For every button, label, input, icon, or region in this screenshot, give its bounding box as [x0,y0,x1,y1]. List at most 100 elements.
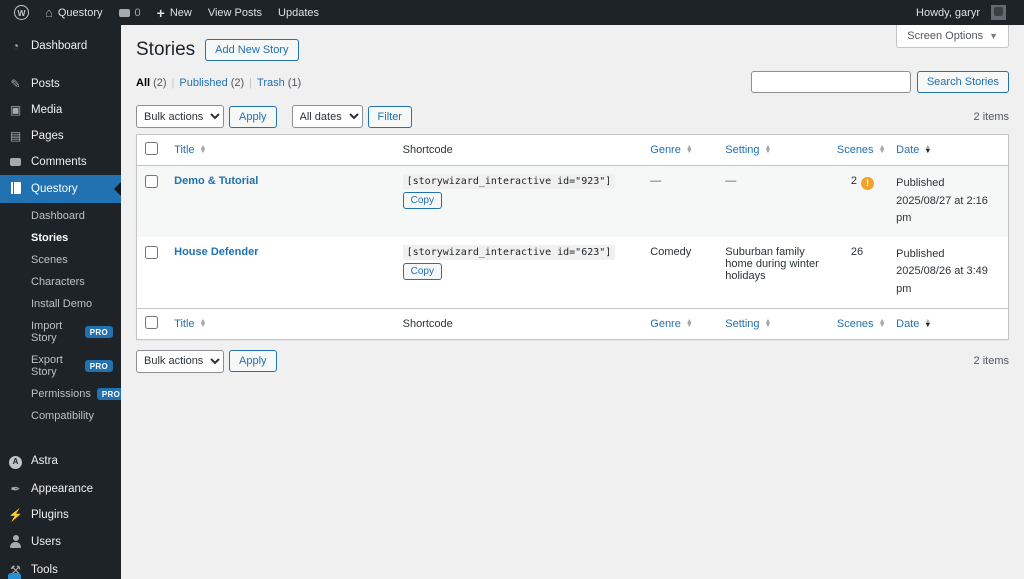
submenu-item-permissions[interactable]: Permissions PRO [0,383,121,405]
questory-submenu: Dashboard Stories Scenes Characters Inst… [0,203,121,435]
date-value: 2025/08/26 at 3:49 pm [896,265,988,295]
updates-link[interactable]: Updates [270,0,327,25]
submenu-item-import-story[interactable]: Import Story PRO [0,315,121,349]
camera-icon: ▣ [9,103,22,117]
scenes-count: 26 [850,245,864,258]
admin-sidebar: ◔ Dashboard ✎ Posts ▣ Media ▤ Pages Comm… [0,25,121,579]
submenu-label: Export Story [31,354,63,378]
filter-trash[interactable]: Trash (1) [257,77,301,89]
items-count-top: 2 items [973,110,1009,123]
sort-scenes-header[interactable]: Scenes ▲ ▼ [837,144,886,156]
book-icon [8,182,23,196]
submenu-item-scenes[interactable]: Scenes [0,249,121,271]
sidebar-item-label: Comments [31,156,87,168]
table-row: House Defender [storywizard_interactive … [137,237,1009,308]
sort-scenes-header[interactable]: Scenes ▲ ▼ [837,318,886,330]
submenu-item-export-story[interactable]: Export Story PRO [0,349,121,383]
view-posts-label: View Posts [207,6,263,19]
sort-date-header[interactable]: Date ▲ ▼ [896,318,931,330]
astra-icon: A [8,454,23,469]
sort-icon: ▲ ▼ [685,317,693,329]
sort-title-header[interactable]: Title ▲ ▼ [174,144,206,156]
sort-setting-header[interactable]: Setting ▲ ▼ [725,318,771,330]
plus-icon: + [156,4,165,21]
copy-shortcode-button[interactable]: Copy [402,192,442,209]
plug-icon: ⚡ [8,507,23,522]
submenu-item-install-demo[interactable]: Install Demo [0,293,121,315]
sidebar-item-comments[interactable]: Comments [0,149,121,175]
column-label: Setting [725,144,760,156]
screen-options-button[interactable]: Screen Options ▼ [896,25,1009,48]
user-avatar [991,5,1006,20]
search-input[interactable] [750,71,911,93]
date-filter-select[interactable]: All dates [291,105,363,128]
status-value: Published [896,177,945,189]
sidebar-item-dashboard[interactable]: ◔ Dashboard [0,33,121,59]
sidebar-item-plugins[interactable]: ⚡ Plugins [0,502,121,528]
bulk-actions-select[interactable]: Bulk actions [136,105,224,128]
row-checkbox[interactable] [145,175,158,188]
submenu-item-compatibility[interactable]: Compatibility [0,405,121,427]
genre-value: — [650,175,662,187]
shortcode-header: Shortcode [402,317,453,330]
sort-date-header[interactable]: Date ▲ ▼ [896,144,931,156]
copy-shortcode-button[interactable]: Copy [402,262,442,280]
sidebar-item-partial[interactable] [0,573,121,579]
pro-badge: PRO [84,360,113,372]
sort-icon: ▲ ▼ [199,144,207,155]
new-content-menu[interactable]: + New [149,0,200,25]
row-checkbox[interactable] [145,245,158,259]
submenu-item-characters[interactable]: Characters [0,271,121,293]
apply-button-bottom[interactable]: Apply [229,350,277,373]
sort-title-header[interactable]: Title ▲ ▼ [174,318,206,330]
wordpress-logo-menu[interactable]: W [6,0,37,25]
select-all-checkbox[interactable] [145,315,158,329]
submenu-item-stories[interactable]: Stories [0,227,121,249]
filter-all[interactable]: All (2) [136,77,167,89]
search-stories-button[interactable]: Search Stories [916,71,1009,93]
add-new-story-button[interactable]: Add New Story [205,39,299,61]
sidebar-item-label: Pages [31,130,64,142]
column-label: Genre [650,144,681,156]
sidebar-item-users[interactable]: Users [0,528,121,557]
table-header-row: Title ▲ ▼ Shortcode Genre ▲ ▼ Setting ▲ ▼ Scen… [136,134,1009,166]
sidebar-item-astra[interactable]: A Astra [0,447,121,476]
shortcode-header: Shortcode [402,144,453,156]
select-all-checkbox[interactable] [145,142,158,155]
filter-button[interactable]: Filter [367,105,412,128]
comments-link[interactable]: 0 [111,0,149,25]
screen-options-label: Screen Options [907,30,984,42]
site-name-link[interactable]: ⌂ Questory [37,0,111,25]
sidebar-item-media[interactable]: ▣ Media [0,97,121,123]
chevron-down-icon: ▼ [989,31,998,41]
column-label: Genre [650,317,681,330]
sort-genre-header[interactable]: Genre ▲ ▼ [650,144,693,156]
filter-published[interactable]: Published (2) [179,77,244,89]
comments-count: 0 [134,6,141,19]
sort-genre-header[interactable]: Genre ▲ ▼ [650,318,693,330]
column-label: Date [896,317,920,330]
sidebar-item-label: Plugins [31,508,69,521]
account-menu[interactable]: Howdy, garyr [908,0,1014,25]
items-count-bottom: 2 items [973,355,1009,368]
sidebar-item-questory[interactable]: Questory [0,175,121,203]
sort-icon: ▲ ▼ [878,144,886,155]
bulk-actions-select-bottom[interactable]: Bulk actions [136,349,224,373]
apply-button[interactable]: Apply [229,105,277,128]
sidebar-item-posts[interactable]: ✎ Posts [0,71,121,97]
brush-icon: ✒ [10,481,21,496]
filter-label: Trash [257,77,285,89]
filter-label: Published [179,77,228,89]
submenu-item-dashboard[interactable]: Dashboard [0,205,121,227]
column-label: Setting [725,317,760,330]
submenu-label: Install Demo [31,298,93,310]
sidebar-item-appearance[interactable]: ✒ Appearance [0,476,121,502]
filter-label: All [136,77,151,89]
sort-setting-header[interactable]: Setting ▲ ▼ [725,144,771,156]
view-posts-link[interactable]: View Posts [200,0,270,25]
submenu-label: Scenes [31,254,68,266]
story-title-link[interactable]: Demo & Tutorial [174,175,258,187]
story-title-link[interactable]: House Defender [174,246,258,258]
pro-badge: PRO [84,326,113,338]
sidebar-item-pages[interactable]: ▤ Pages [0,123,121,149]
